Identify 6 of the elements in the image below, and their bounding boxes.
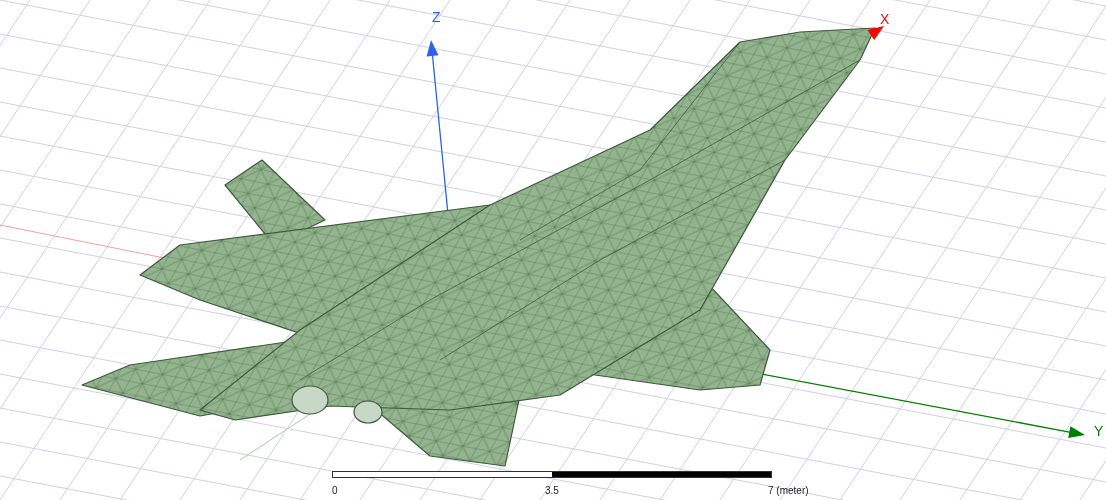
scale-label: 7 (meter) [768,485,810,496]
scale-label: 3.5 [545,485,560,496]
axis-label: Y [1094,423,1104,439]
axis-label: X [880,11,890,27]
scale-label: 0 [332,485,339,496]
axis-label: Z [432,9,441,25]
